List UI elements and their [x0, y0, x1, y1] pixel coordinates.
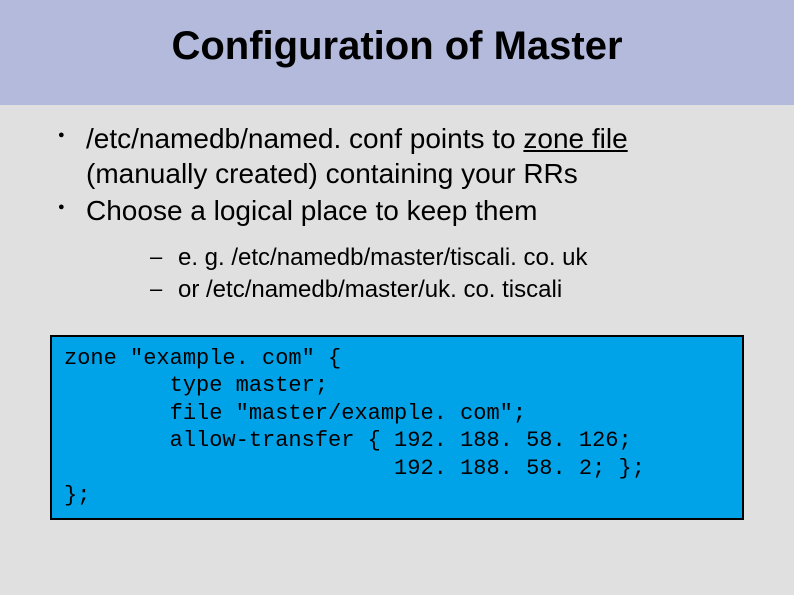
bullet-item-1: /etc/namedb/named. conf points to zone f… [50, 121, 744, 191]
sub-bullet-list: e. g. /etc/namedb/master/tiscali. co. uk… [86, 242, 744, 307]
slide-title: Configuration of Master [0, 24, 794, 69]
main-bullet-list: /etc/namedb/named. conf points to zone f… [50, 121, 744, 307]
bullet-1-text-a: /etc/namedb/named. conf points to [86, 123, 523, 154]
content-area: /etc/namedb/named. conf points to zone f… [0, 105, 794, 307]
sub-bullet-2-text: or /etc/namedb/master/uk. co. tiscali [178, 276, 562, 303]
slide: Configuration of Master /etc/namedb/name… [0, 0, 794, 595]
bullet-1-underline: zone file [523, 123, 627, 154]
bullet-2-text: Choose a logical place to keep them [86, 195, 537, 226]
bullet-item-2: Choose a logical place to keep them e. g… [50, 193, 744, 307]
title-bar: Configuration of Master [0, 0, 794, 105]
sub-bullet-2: or /etc/namedb/master/uk. co. tiscali [150, 274, 744, 306]
code-block: zone "example. com" { type master; file … [50, 335, 744, 520]
sub-bullet-1: e. g. /etc/namedb/master/tiscali. co. uk [150, 242, 744, 274]
bullet-1-text-b: (manually created) containing your RRs [86, 158, 578, 189]
sub-bullet-1-text: e. g. /etc/namedb/master/tiscali. co. uk [178, 244, 588, 271]
